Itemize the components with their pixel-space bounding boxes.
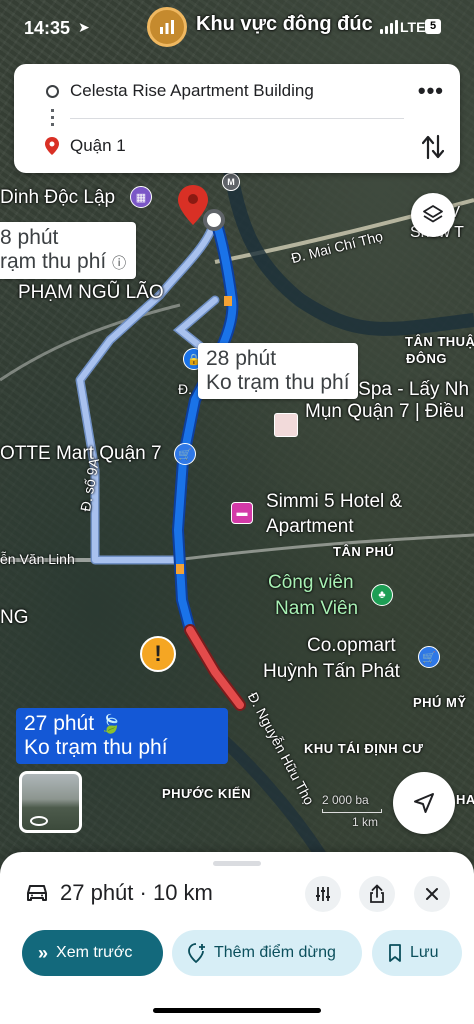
home-indicator (153, 1008, 321, 1013)
label-tan-thuan-2: ĐÔNG (406, 351, 447, 366)
layers-button[interactable] (411, 193, 455, 237)
swap-icon[interactable] (422, 134, 444, 160)
spa-icon[interactable] (274, 413, 298, 437)
label-phu-my: PHÚ MỸ (413, 695, 467, 710)
label-pham-ngu-lao[interactable]: PHẠM NGŨ LÃO (18, 283, 164, 302)
shopping-cart-icon[interactable]: 🛒 (418, 646, 440, 668)
car-icon (27, 885, 47, 901)
destination-pin-icon (45, 137, 59, 155)
route-card: Celesta Rise Apartment Building Quận 1 •… (14, 64, 460, 173)
label-le-vy-spa-2[interactable]: Mụn Quận 7 | Điều (305, 402, 464, 421)
label-coopmart-2[interactable]: Huỳnh Tấn Phát (263, 662, 400, 681)
route-options-button[interactable] (305, 876, 341, 912)
bottom-sheet: 27 phút · 10 km » Xem trước Thêm điểm dừ… (0, 852, 474, 1024)
warning-icon[interactable]: ! (140, 636, 176, 672)
label-nguyen-van-linh: ễn Văn Linh (0, 551, 75, 567)
museum-icon[interactable]: ▦ (130, 186, 152, 208)
double-chevron-icon: » (38, 942, 49, 963)
scale-km: 1 km (352, 815, 379, 829)
label-lotte-mart[interactable]: OTTE Mart Quận 7 (0, 444, 162, 463)
origin-circle-icon (46, 85, 59, 98)
alt-route-1-toll: rạm thu phí (0, 250, 107, 273)
destination-field[interactable]: Quận 1 (70, 136, 126, 156)
battery-icon: 5 (425, 19, 441, 34)
main-route-toll: Ko trạm thu phí (24, 736, 168, 759)
alt-route-callout-1[interactable]: 8 phút rạm thu phí ⓘ (0, 222, 137, 279)
label-ha: HA (456, 792, 474, 807)
street-view-icon (30, 816, 48, 826)
main-route-callout[interactable]: 27 phút 🍃 Ko trạm thu phí (16, 708, 228, 764)
label-khu-tai-dinh-cu: KHU TÁI ĐỊNH CƯ (304, 741, 424, 756)
main-route-time: 27 phút (24, 712, 95, 735)
bookmark-icon (389, 944, 401, 962)
route-summary: 27 phút · 10 km (60, 880, 213, 905)
preview-button[interactable]: » Xem trước (22, 930, 163, 976)
label-dinh-doc-lap[interactable]: Dinh Độc Lập (0, 188, 115, 207)
layers-icon (423, 205, 443, 223)
street-view-thumbnail[interactable] (19, 771, 82, 833)
save-label: Lưu (410, 944, 439, 961)
label-tan-phu: TÂN PHÚ (333, 544, 395, 559)
metro-icon[interactable]: M (222, 173, 240, 191)
alt-route-1-time: 8 phút (0, 226, 59, 249)
label-d-short: Đ. (178, 381, 192, 397)
label-phuoc-kien: PHƯỚC KIỂN (162, 786, 251, 801)
add-stop-label: Thêm điểm dừng (214, 944, 336, 961)
route-connector (51, 109, 54, 129)
shopping-cart-icon[interactable]: 🛒 (174, 443, 196, 465)
label-tan-thuan-1: TÂN THUẬN (405, 334, 474, 349)
hotel-icon[interactable]: ▬ (231, 502, 253, 524)
scale-feet: 2 000 ba (322, 793, 369, 807)
origin-field[interactable]: Celesta Rise Apartment Building (70, 81, 314, 101)
signal-icon (380, 20, 398, 34)
alt-route-2-toll: Ko trạm thu phí (206, 371, 350, 394)
navigation-arrow-icon (414, 793, 434, 813)
network-type: LTE (400, 19, 426, 35)
crowded-area-label[interactable]: Khu vực đông đúc (196, 14, 373, 34)
sliders-icon (316, 887, 330, 901)
map-scale: 2 000 ba 1 km (322, 793, 382, 829)
my-location-button[interactable] (393, 772, 455, 834)
location-arrow-icon: ➤ (78, 19, 90, 35)
save-button[interactable]: Lưu (372, 930, 462, 976)
share-icon (370, 884, 384, 903)
close-button[interactable] (414, 876, 450, 912)
label-coopmart-1[interactable]: Co.opmart (307, 636, 396, 655)
add-stop-button[interactable]: Thêm điểm dừng (172, 930, 362, 976)
origin-marker-icon (203, 209, 225, 231)
info-icon: ⓘ (112, 255, 127, 271)
label-cong-vien-2[interactable]: Nam Viên (275, 599, 358, 618)
preview-label: Xem trước (56, 944, 133, 961)
map-view[interactable]: 14:35 ➤ LTE 5 Khu vực đông đúc Dinh Độc … (0, 0, 474, 870)
close-icon (426, 888, 438, 900)
more-options-icon[interactable]: ••• (418, 78, 444, 104)
leaf-icon: 🍃 (99, 714, 123, 734)
alt-route-2-time: 28 phút (206, 347, 277, 370)
label-cong-vien-1[interactable]: Công viên (268, 573, 354, 592)
share-button[interactable] (359, 876, 395, 912)
label-simmi-1[interactable]: Simmi 5 Hotel & (266, 492, 402, 511)
alt-route-callout-2[interactable]: 28 phút Ko trạm thu phí (198, 343, 358, 399)
park-icon[interactable]: ♣ (371, 584, 393, 606)
crowded-area-icon[interactable] (147, 7, 187, 47)
label-simmi-2[interactable]: Apartment (266, 517, 354, 536)
drag-handle[interactable] (213, 861, 261, 866)
status-time: 14:35 (24, 18, 71, 38)
label-ng: NG (0, 607, 29, 628)
add-location-icon (188, 943, 205, 963)
